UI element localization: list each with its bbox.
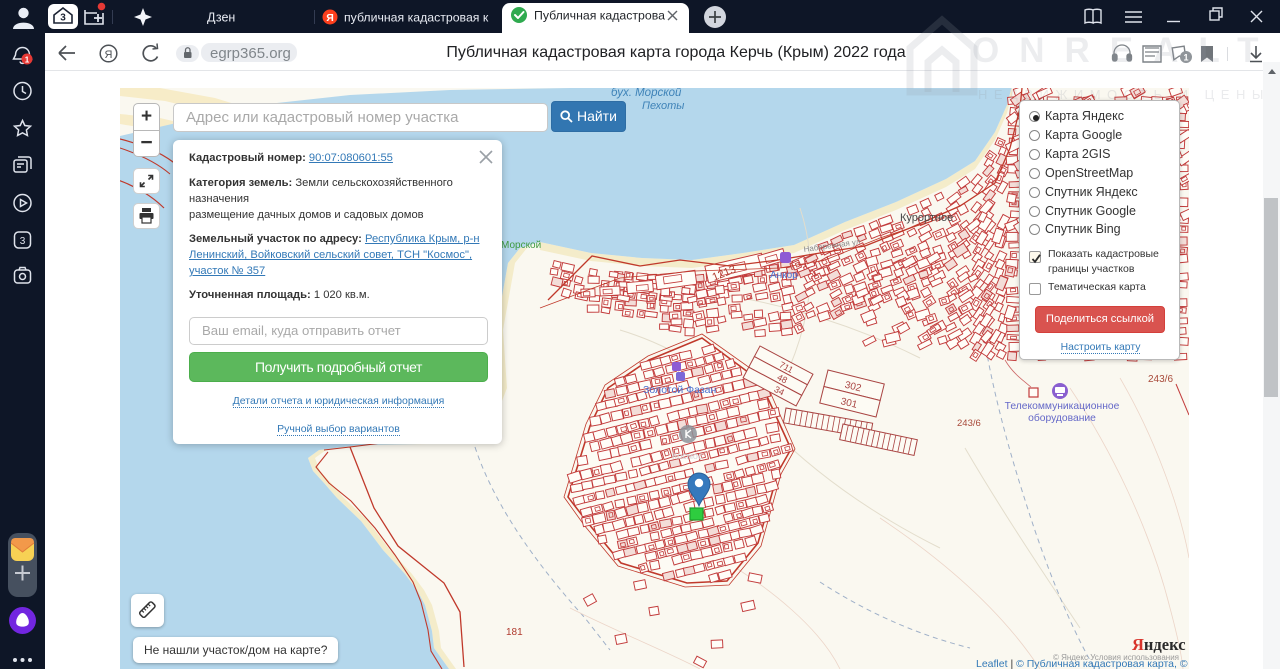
svg-text:Пехоты: Пехоты	[642, 100, 684, 112]
svg-text:Яндекс: Яндекс	[1132, 635, 1186, 654]
svg-text:публичная кадастровая к: публичная кадастровая к	[344, 11, 489, 25]
svg-text:Я: Я	[326, 12, 334, 24]
svg-text:243/6: 243/6	[1148, 374, 1173, 385]
svg-text:Дзен: Дзен	[207, 11, 235, 25]
svg-text:Телекоммуникационное: Телекоммуникационное	[1005, 401, 1120, 412]
svg-text:оборудование: оборудование	[1028, 412, 1096, 424]
svg-text:Курортное: Курортное	[900, 212, 953, 224]
svg-text:бух. Морской: бух. Морской	[611, 88, 682, 99]
svg-text:Золотой Фазан: Золотой Фазан	[643, 384, 716, 396]
svg-text:Морской: Морской	[501, 240, 541, 251]
svg-text:Я: Я	[105, 49, 113, 61]
svg-text:243/6: 243/6	[957, 418, 981, 429]
svg-text:НЕДВИЖИМОСТЬ И ЦЕНЫ: НЕДВИЖИМОСТЬ И ЦЕНЫ	[978, 87, 1270, 102]
svg-text:Leaflet | © Публичная кадастро: Leaflet | © Публичная кадастровая карта,…	[976, 658, 1188, 669]
svg-text:Анкор: Анкор	[770, 270, 798, 281]
svg-text:Космос: Космос	[672, 451, 703, 461]
svg-text:1: 1	[25, 56, 30, 65]
svg-text:3: 3	[20, 236, 26, 247]
svg-text:3: 3	[60, 13, 66, 24]
svg-text:ONREALT: ONREALT	[972, 31, 1279, 70]
svg-text:181: 181	[506, 627, 523, 638]
svg-text:Публичная кадастрова: Публичная кадастрова	[534, 9, 665, 23]
